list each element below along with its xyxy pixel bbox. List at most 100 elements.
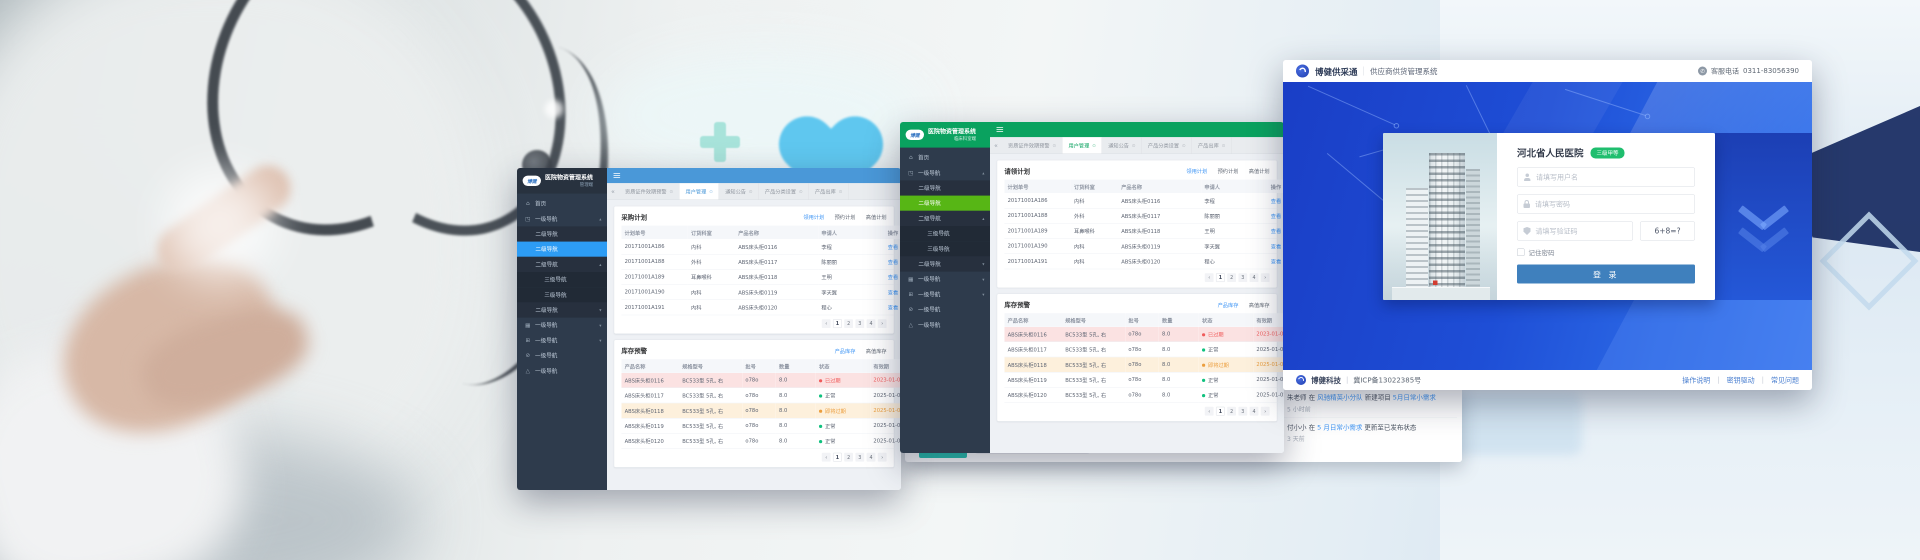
username-placeholder: 请填写用户名 bbox=[1536, 172, 1578, 182]
sidebar-item-一级导航[interactable]: ⊘一级导航 bbox=[900, 302, 990, 317]
sidebar-item-首页[interactable]: ⌂首页 bbox=[517, 196, 607, 211]
page-button-4[interactable]: 4 bbox=[867, 453, 876, 462]
menu-icon[interactable] bbox=[613, 173, 620, 178]
password-field[interactable]: 请填写密码 bbox=[1517, 195, 1695, 214]
tab-产品出库[interactable]: 产品出库⊙ bbox=[809, 183, 849, 199]
plan-link-预约计划[interactable]: 预约计划 bbox=[1218, 167, 1239, 175]
page-button-2[interactable]: 2 bbox=[844, 453, 853, 462]
next-page-button[interactable]: › bbox=[878, 319, 887, 328]
stock-link-产品库存[interactable]: 产品库存 bbox=[1218, 301, 1239, 309]
sidebar-item-一级导航[interactable]: ⊞一级导航▾ bbox=[517, 333, 607, 348]
menu-icon[interactable] bbox=[996, 127, 1003, 132]
collapse-tabs-icon[interactable]: « bbox=[607, 183, 619, 199]
tab-产品出库[interactable]: 产品出库⊙ bbox=[1192, 137, 1232, 153]
page-button-3[interactable]: 3 bbox=[1238, 407, 1247, 416]
plan-link-领用计划[interactable]: 领用计划 bbox=[1186, 167, 1207, 175]
plan-link-高值计划[interactable]: 高值计划 bbox=[1249, 167, 1270, 175]
stock-link-高值库存[interactable]: 高值库存 bbox=[1249, 301, 1270, 309]
page-button-4[interactable]: 4 bbox=[1250, 407, 1259, 416]
plan-link-预约计划[interactable]: 预约计划 bbox=[835, 213, 856, 221]
username-field[interactable]: 请填写用户名 bbox=[1517, 168, 1695, 187]
sidebar-item-一级导航[interactable]: ▦一级导航▾ bbox=[517, 318, 607, 333]
login-button[interactable]: 登 录 bbox=[1517, 265, 1695, 284]
tab-通知公告[interactable]: 通知公告⊙ bbox=[719, 183, 759, 199]
page-button-2[interactable]: 2 bbox=[1227, 273, 1236, 282]
view-link[interactable]: 查看 bbox=[888, 290, 898, 296]
page-button-1[interactable]: 1 bbox=[833, 319, 842, 328]
plan-link-高值计划[interactable]: 高值计划 bbox=[866, 213, 887, 221]
view-link[interactable]: 查看 bbox=[888, 305, 898, 311]
sidebar-item-二级导航[interactable]: 二级导航 bbox=[900, 196, 990, 211]
sidebar-item-一级导航[interactable]: ⊘一级导航 bbox=[517, 348, 607, 363]
sidebar-item-首页[interactable]: ⌂首页 bbox=[900, 150, 990, 165]
tab-资质证件效期预警[interactable]: 资质证件效期预警⊙ bbox=[619, 183, 679, 199]
view-link[interactable]: 查看 bbox=[888, 260, 898, 266]
sidebar-item-一级导航[interactable]: ▦一级导航▾ bbox=[900, 272, 990, 287]
page-button-4[interactable]: 4 bbox=[867, 319, 876, 328]
next-page-button[interactable]: › bbox=[878, 453, 887, 462]
page-button-2[interactable]: 2 bbox=[1227, 407, 1236, 416]
sidebar-item-label: 二级导航 bbox=[918, 184, 984, 192]
sidebar-item-二级导航[interactable]: 二级导航▾ bbox=[517, 302, 607, 317]
sidebar-item-一级导航[interactable]: ◳一级导航▴ bbox=[517, 211, 607, 226]
prev-page-button[interactable]: ‹ bbox=[1205, 273, 1214, 282]
view-link[interactable]: 查看 bbox=[1271, 229, 1281, 235]
sidebar-item-三级导航[interactable]: 三级导航 bbox=[517, 287, 607, 302]
footer-link-密钥驱动[interactable]: 密钥驱动 bbox=[1727, 375, 1755, 385]
feed-link[interactable]: 5月日常小需求 bbox=[1393, 394, 1436, 402]
sidebar-item-三级导航[interactable]: 三级导航 bbox=[517, 272, 607, 287]
sidebar-item-一级导航[interactable]: △一级导航 bbox=[517, 363, 607, 378]
system-name: 供应商供货管理系统 bbox=[1370, 66, 1438, 77]
tab-产品分类设置[interactable]: 产品分类设置⊙ bbox=[759, 183, 809, 199]
tab-通知公告[interactable]: 通知公告⊙ bbox=[1102, 137, 1142, 153]
table-cell: 2025-01-01 bbox=[1253, 372, 1284, 387]
feed-link[interactable]: 风驰精英小分队 bbox=[1317, 394, 1363, 402]
view-link[interactable]: 查看 bbox=[888, 244, 898, 250]
view-link[interactable]: 查看 bbox=[1271, 244, 1281, 250]
sidebar-item-二级导航[interactable]: 二级导航▾ bbox=[900, 256, 990, 271]
view-link[interactable]: 查看 bbox=[1271, 259, 1281, 265]
tab-用户管理[interactable]: 用户管理⊙ bbox=[1062, 137, 1102, 153]
sidebar-item-二级导航[interactable]: 二级导航▴ bbox=[517, 257, 607, 272]
plan-link-领用计划[interactable]: 领用计划 bbox=[803, 213, 824, 221]
remember-checkbox[interactable] bbox=[1517, 249, 1525, 257]
page-button-3[interactable]: 3 bbox=[855, 453, 864, 462]
sidebar-item-一级导航[interactable]: △一级导航 bbox=[900, 317, 990, 332]
view-link[interactable]: 查看 bbox=[1271, 214, 1281, 220]
captcha-field[interactable]: 请填写验证码 bbox=[1517, 222, 1633, 241]
sidebar-item-一级导航[interactable]: ⊞一级导航▾ bbox=[900, 287, 990, 302]
next-page-button[interactable]: › bbox=[1261, 407, 1270, 416]
sidebar-item-三级导航[interactable]: 三级导航 bbox=[900, 241, 990, 256]
collapse-tabs-icon[interactable]: « bbox=[990, 137, 1002, 153]
tab-产品分类设置[interactable]: 产品分类设置⊙ bbox=[1142, 137, 1192, 153]
prev-page-button[interactable]: ‹ bbox=[822, 319, 831, 328]
feed-link[interactable]: 5 月日常小需求 bbox=[1317, 424, 1362, 432]
next-page-button[interactable]: › bbox=[1261, 273, 1270, 282]
prev-page-button[interactable]: ‹ bbox=[1205, 407, 1214, 416]
feed-item[interactable]: 付小小 在 5 月日常小需求 更新至已发布状态3 天前 bbox=[1284, 418, 1457, 447]
sidebar-item-二级导航[interactable]: 二级导航▴ bbox=[900, 211, 990, 226]
page-button-1[interactable]: 1 bbox=[1216, 273, 1225, 282]
page-button-2[interactable]: 2 bbox=[844, 319, 853, 328]
tab-用户管理[interactable]: 用户管理⊙ bbox=[679, 183, 719, 199]
captcha-question[interactable]: 6+8=? bbox=[1640, 222, 1695, 241]
stock-link-高值库存[interactable]: 高值库存 bbox=[866, 347, 887, 355]
feed-item[interactable]: 朱老师 在 风驰精英小分队 新建项目 5月日常小需求5 小时前 bbox=[1284, 388, 1457, 418]
sidebar-item-二级导航[interactable]: 二级导航 bbox=[900, 180, 990, 195]
stock-link-产品库存[interactable]: 产品库存 bbox=[835, 347, 856, 355]
page-button-4[interactable]: 4 bbox=[1250, 273, 1259, 282]
page-button-3[interactable]: 3 bbox=[1238, 273, 1247, 282]
footer-link-操作说明[interactable]: 操作说明 bbox=[1682, 375, 1710, 385]
page-button-3[interactable]: 3 bbox=[855, 319, 864, 328]
sidebar-item-一级导航[interactable]: ◳一级导航▴ bbox=[900, 165, 990, 180]
page-button-1[interactable]: 1 bbox=[833, 453, 842, 462]
sidebar-item-三级导航[interactable]: 三级导航 bbox=[900, 226, 990, 241]
sidebar-item-二级导航[interactable]: 二级导航 bbox=[517, 242, 607, 257]
tab-资质证件效期预警[interactable]: 资质证件效期预警⊙ bbox=[1002, 137, 1062, 153]
page-button-1[interactable]: 1 bbox=[1216, 407, 1225, 416]
sidebar-item-二级导航[interactable]: 二级导航 bbox=[517, 226, 607, 241]
prev-page-button[interactable]: ‹ bbox=[822, 453, 831, 462]
view-link[interactable]: 查看 bbox=[1271, 198, 1281, 204]
footer-link-常见问题[interactable]: 常见问题 bbox=[1771, 375, 1799, 385]
view-link[interactable]: 查看 bbox=[888, 275, 898, 281]
